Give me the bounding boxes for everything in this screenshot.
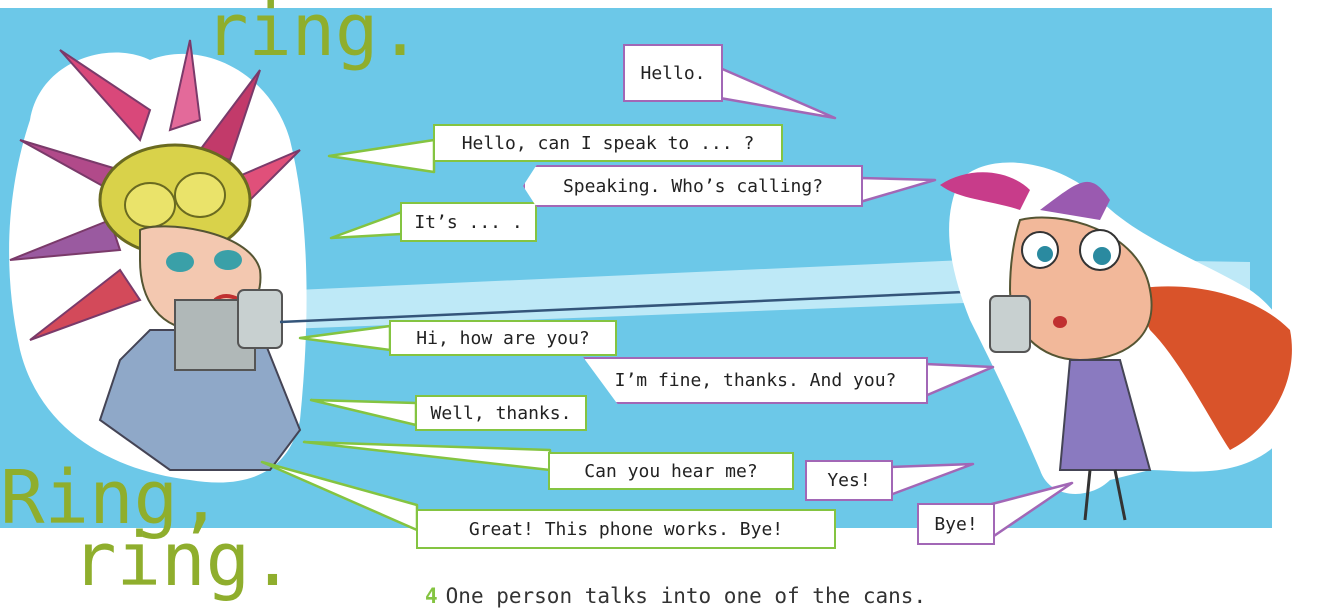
speech-bubble-right-3: I’m fine, thanks. And you? [583, 357, 928, 404]
speech-bubble-right-1: Hello. [623, 44, 723, 102]
speech-bubble-left-5: Can you hear me? [548, 452, 794, 490]
ring-sfx-bottom-line2: ring. [72, 517, 295, 603]
instruction-number: 4 [425, 584, 438, 608]
speech-bubble-right-2: Speaking. Who’s calling? [523, 165, 863, 207]
left-tin-can [237, 289, 283, 349]
speech-bubble-left-1: Hello, can I speak to ... ? [433, 124, 783, 162]
instruction-text: One person talks into one of the cans. [445, 584, 927, 608]
speech-bubble-left-3: Hi, how are you? [389, 320, 617, 356]
right-tin-can [989, 295, 1031, 353]
speech-bubble-right-5: Bye! [917, 503, 995, 545]
speech-bubble-right-4: Yes! [805, 460, 893, 501]
speech-bubble-left-4: Well, thanks. [415, 395, 587, 431]
speech-bubble-left-2: It’s ... . [400, 202, 537, 242]
instruction-line: 4 One person talks into one of the cans. [425, 584, 926, 608]
speech-bubble-left-6: Great! This phone works. Bye! [416, 509, 836, 549]
ring-sfx-top: ring. [205, 0, 422, 72]
